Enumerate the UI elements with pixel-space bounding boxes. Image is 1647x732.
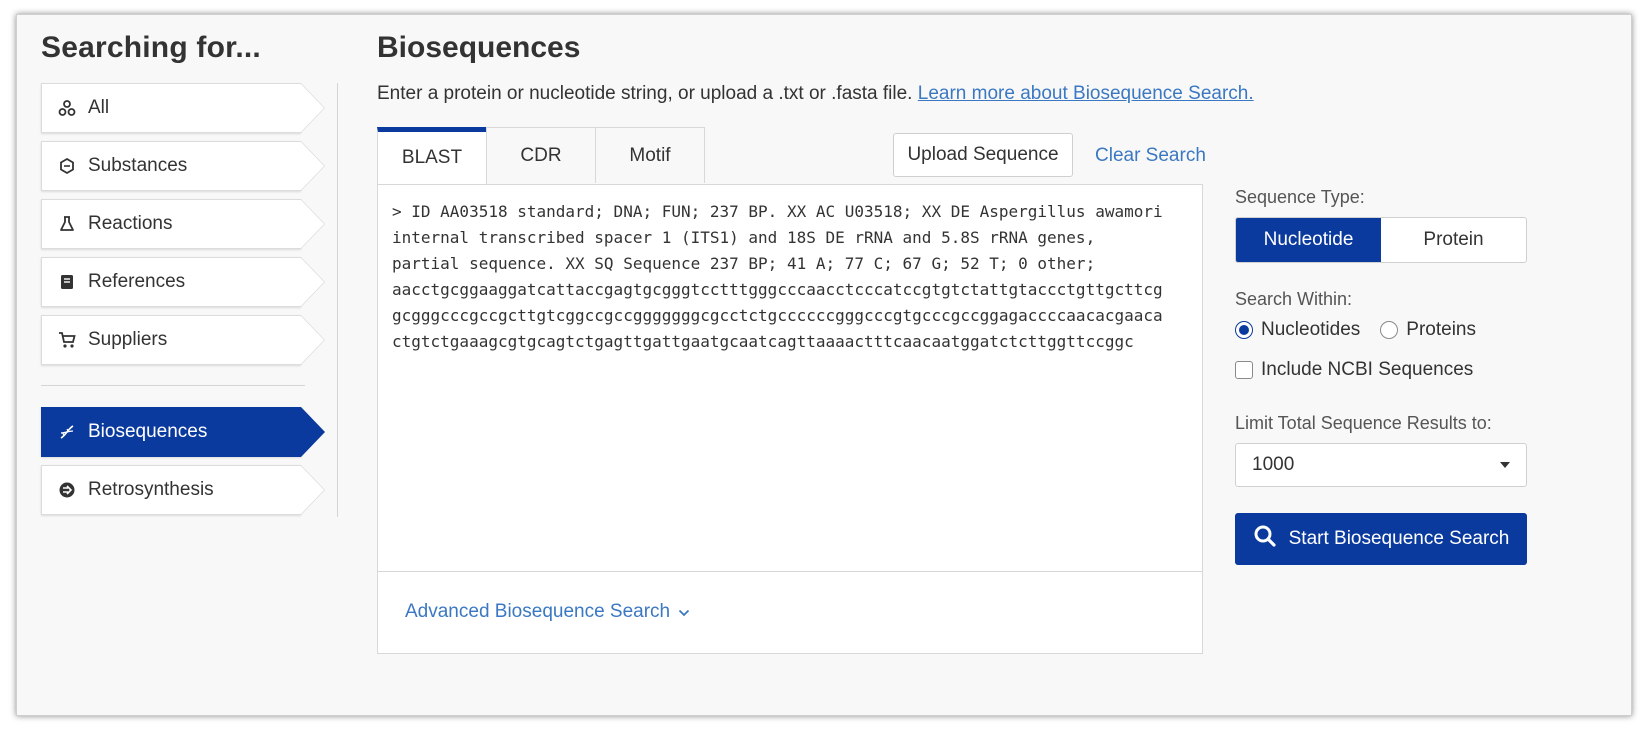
sidebar-item-suppliers[interactable]: Suppliers <box>41 315 325 365</box>
include-ncbi-row: Include NCBI Sequences <box>1235 359 1473 381</box>
description-text: Enter a protein or nucleotide string, or… <box>377 83 918 104</box>
sequence-input[interactable]: > ID AA03518 standard; DNA; FUN; 237 BP.… <box>377 184 1203 654</box>
sidebar-item-reactions[interactable]: Reactions <box>41 199 325 249</box>
limit-results-label: Limit Total Sequence Results to: <box>1235 413 1492 433</box>
tab-blast[interactable]: BLAST <box>377 127 487 185</box>
sidebar-item-label: All <box>88 97 110 118</box>
sequence-line: internal transcribed spacer 1 (ITS1) and… <box>392 228 1096 247</box>
page-title: Biosequences <box>377 31 581 64</box>
sidebar-title: Searching for... <box>41 31 261 64</box>
sequence-line: partial sequence. XX SQ Sequence 237 BP;… <box>392 254 1096 273</box>
sidebar-item-label: Retrosynthesis <box>88 479 214 500</box>
search-mode-tabs: BLAST CDR Motif <box>377 127 705 185</box>
hexagon-icon <box>56 157 78 175</box>
sidebar-item-references[interactable]: References <box>41 257 325 307</box>
advanced-search-toggle[interactable]: Advanced Biosequence Search <box>405 601 690 623</box>
sidebar-item-label: Reactions <box>88 213 173 234</box>
tab-cdr[interactable]: CDR <box>486 127 596 183</box>
sidebar-item-biosequences[interactable]: Biosequences <box>41 407 325 457</box>
nucleotides-radio[interactable] <box>1235 321 1253 339</box>
nucleotides-radio-label: Nucleotides <box>1261 319 1361 340</box>
sequence-line: aacctgcggaaggatcattaccgagtgcgggtcctttggg… <box>392 280 1163 299</box>
limit-results-select[interactable]: 1000 <box>1235 443 1527 487</box>
sidebar-item-label: Biosequences <box>88 421 208 442</box>
flask-icon <box>56 215 78 233</box>
sequence-line: > ID AA03518 standard; DNA; FUN; 237 BP.… <box>392 202 1163 221</box>
include-ncbi-checkbox[interactable] <box>1235 361 1253 379</box>
start-biosequence-search-button[interactable]: Start Biosequence Search <box>1235 513 1527 565</box>
page-description: Enter a protein or nucleotide string, or… <box>377 83 1254 105</box>
retro-arrow-icon <box>56 481 78 499</box>
sequence-type-toggle: Nucleotide Protein <box>1235 217 1527 263</box>
start-search-label: Start Biosequence Search <box>1288 528 1510 549</box>
protein-option[interactable]: Protein <box>1381 218 1526 262</box>
proteins-radio-label: Proteins <box>1406 319 1476 340</box>
sequence-type-label: Sequence Type: <box>1235 187 1365 207</box>
sidebar-item-all[interactable]: All <box>41 83 325 133</box>
chevron-down-icon <box>678 601 690 623</box>
limit-results-value: 1000 <box>1252 454 1295 475</box>
search-icon <box>1253 524 1277 554</box>
sidebar-divider <box>41 385 305 386</box>
sidebar-item-substances[interactable]: Substances <box>41 141 325 191</box>
sidebar-item-label: Suppliers <box>88 329 168 350</box>
include-ncbi-label: Include NCBI Sequences <box>1261 359 1474 380</box>
atoms-icon <box>56 99 78 117</box>
search-within-group: Nucleotides Proteins <box>1235 319 1476 341</box>
nucleotide-option[interactable]: Nucleotide <box>1236 218 1381 262</box>
sequence-line: ctgtctgaaagcgtgcagtctgagttgattgaatgcaatc… <box>392 332 1134 351</box>
tab-motif[interactable]: Motif <box>595 127 705 183</box>
book-icon <box>56 273 78 291</box>
clear-search-link[interactable]: Clear Search <box>1095 145 1206 167</box>
sidebar-separator <box>337 83 338 517</box>
search-within-label: Search Within: <box>1235 289 1353 309</box>
editor-divider <box>378 571 1202 572</box>
sidebar-item-label: Substances <box>88 155 188 176</box>
sequence-text[interactable]: > ID AA03518 standard; DNA; FUN; 237 BP.… <box>392 199 1192 355</box>
cart-icon <box>56 331 78 349</box>
learn-more-link[interactable]: Learn more about Biosequence Search. <box>918 83 1254 104</box>
upload-sequence-button[interactable]: Upload Sequence <box>893 133 1073 177</box>
caret-down-icon <box>1500 462 1510 468</box>
proteins-radio[interactable] <box>1380 321 1399 339</box>
dna-icon <box>56 423 78 441</box>
advanced-search-label: Advanced Biosequence Search <box>405 601 671 622</box>
sidebar-item-retrosynthesis[interactable]: Retrosynthesis <box>41 465 325 515</box>
sidebar-item-label: References <box>88 271 186 292</box>
sequence-line: gcgggcccgccgcttgtcggccgccgggggggcgcctctg… <box>392 306 1163 325</box>
app-window: Searching for... All Substances Reaction… <box>16 14 1632 716</box>
